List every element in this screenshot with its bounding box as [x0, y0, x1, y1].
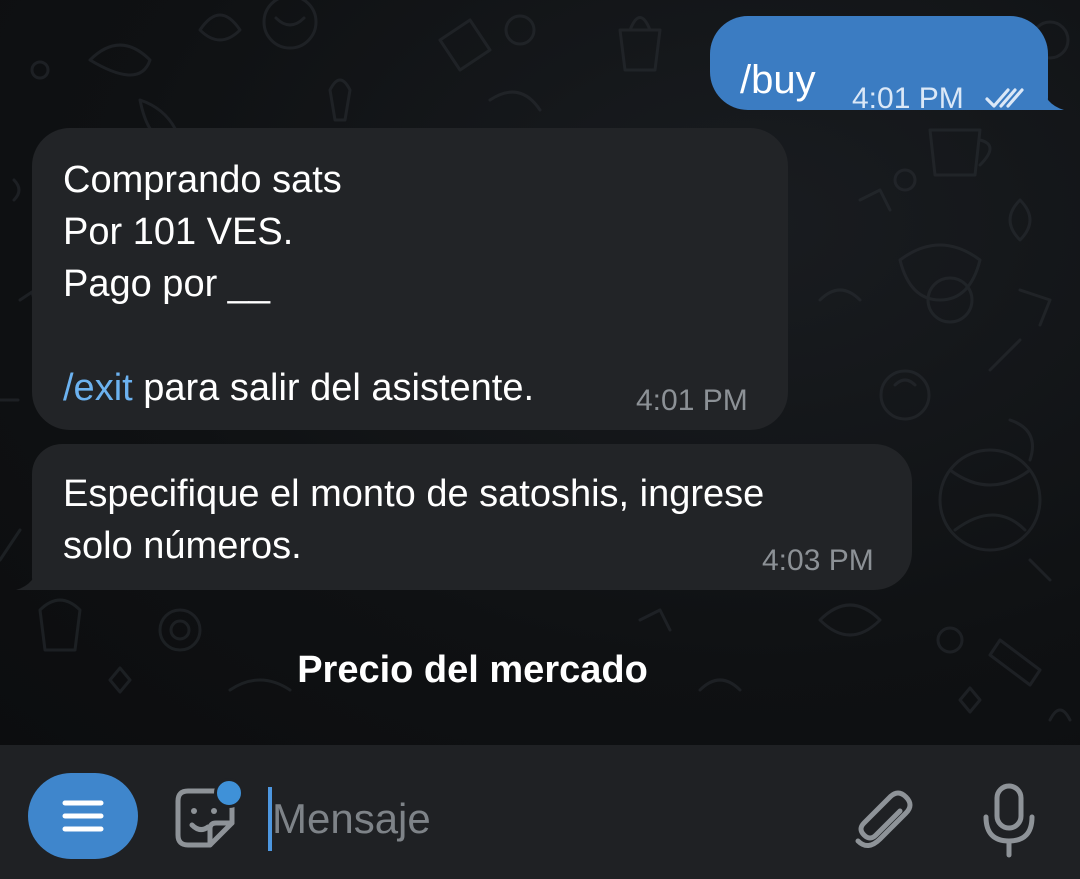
incoming-message[interactable]: Especifique el monto de satoshis, ingres…	[16, 444, 912, 590]
message-timestamp: 4:03 PM	[762, 544, 874, 577]
outgoing-message[interactable]: /buy 4:01 PM	[710, 16, 1064, 115]
message-input[interactable]: Mensaje	[268, 783, 808, 853]
chat-background: /buy 4:01 PM Comprando sats Por 101 VES.…	[0, 0, 1080, 745]
message-timestamp: 4:01 PM	[852, 82, 964, 115]
message-line: Especifique el monto de satoshis, ingres…	[63, 473, 765, 515]
exit-command-link[interactable]: /exit	[63, 367, 133, 409]
message-text: /buy	[740, 58, 816, 102]
microphone-icon[interactable]	[974, 781, 1044, 861]
message-line: Por 101 VES.	[63, 211, 294, 253]
menu-icon	[62, 800, 104, 832]
message-input-bar: Mensaje	[0, 745, 1080, 879]
message-line: solo números.	[63, 525, 302, 567]
double-check-icon	[985, 88, 1024, 108]
message-line: Comprando sats	[63, 159, 342, 201]
message-line: Pago por __	[63, 263, 271, 305]
message-line: /exit para salir del asistente.	[63, 362, 534, 414]
bubble-tail	[1034, 84, 1064, 110]
paperclip-icon[interactable]	[848, 787, 918, 857]
notification-dot	[214, 778, 244, 808]
market-price-button[interactable]: Precio del mercado	[0, 644, 945, 696]
incoming-message[interactable]: Comprando sats Por 101 VES. Pago por __ …	[32, 128, 788, 430]
message-input-placeholder: Mensaje	[272, 795, 431, 842]
bot-menu-button[interactable]	[28, 773, 138, 859]
bubble-tail	[16, 564, 46, 590]
command-description: para salir del asistente.	[132, 367, 535, 409]
message-timestamp: 4:01 PM	[636, 384, 748, 417]
